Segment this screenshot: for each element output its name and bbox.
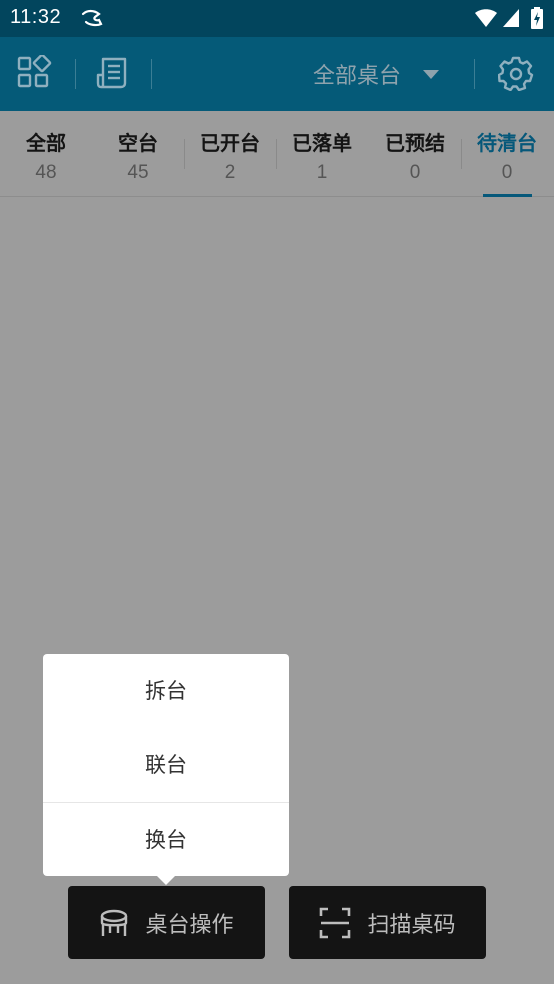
menu-item-split-table[interactable]: 拆台: [43, 654, 289, 728]
tab-count: 48: [35, 162, 57, 183]
scan-table-code-button[interactable]: 扫描桌码: [289, 886, 486, 959]
menu-item-merge-table[interactable]: 联台: [43, 728, 289, 802]
dining-table-icon: [101, 909, 128, 936]
tab-label: 全部: [26, 131, 66, 155]
table-operations-button[interactable]: 桌台操作: [68, 886, 265, 959]
battery-charging-icon: [531, 7, 543, 29]
status-time: 11:32: [10, 6, 62, 28]
table-filter-label: 全部桌台: [313, 64, 402, 89]
popup-pointer: [157, 876, 175, 885]
toolbar-divider: [151, 59, 152, 89]
wifi-icon: [475, 9, 497, 27]
menu-item-change-table[interactable]: 换台: [43, 803, 289, 877]
receipt-icon[interactable]: [95, 55, 131, 91]
toolbar-divider: [75, 59, 76, 89]
table-operations-popup: 拆台 联台 换台: [43, 654, 289, 876]
tab-all[interactable]: 全部 48: [0, 111, 92, 197]
tab-label: 已开台: [200, 131, 260, 155]
tab-label: 待清台: [477, 131, 537, 155]
tab-count: 45: [127, 162, 149, 183]
tab-label: 已预结: [385, 131, 445, 155]
tab-label: 已落单: [292, 131, 352, 155]
tab-ordered[interactable]: 已落单 1: [276, 111, 368, 197]
table-status-tabs: 全部 48 空台 45 已开台 2 已落单 1 已预结 0 待清台 0: [0, 111, 554, 197]
table-filter-dropdown[interactable]: 全部桌台: [313, 57, 440, 91]
tab-to-clean[interactable]: 待清台 0: [461, 111, 553, 197]
tab-prebilled[interactable]: 已预结 0: [369, 111, 461, 197]
table-operations-label: 桌台操作: [145, 912, 234, 938]
tab-empty[interactable]: 空台 45: [92, 111, 184, 197]
tab-label: 空台: [118, 131, 158, 155]
grid-apps-icon[interactable]: [16, 55, 52, 91]
status-bar: 11:32: [0, 0, 554, 37]
settings-gear-icon[interactable]: [498, 55, 534, 91]
tab-opened[interactable]: 已开台 2: [184, 111, 276, 197]
tab-count: 0: [409, 162, 421, 183]
scan-frame-icon: [320, 907, 351, 938]
scan-table-code-label: 扫描桌码: [367, 912, 456, 938]
tab-count: 0: [501, 162, 513, 183]
app-notification-icon: [81, 9, 103, 27]
tab-count: 1: [316, 162, 328, 183]
signal-icon: [503, 9, 519, 27]
caret-down-icon: [423, 69, 440, 79]
toolbar-divider: [474, 59, 475, 89]
active-tab-indicator: [483, 194, 532, 197]
app-toolbar: 全部桌台: [0, 37, 554, 111]
tab-count: 2: [224, 162, 236, 183]
